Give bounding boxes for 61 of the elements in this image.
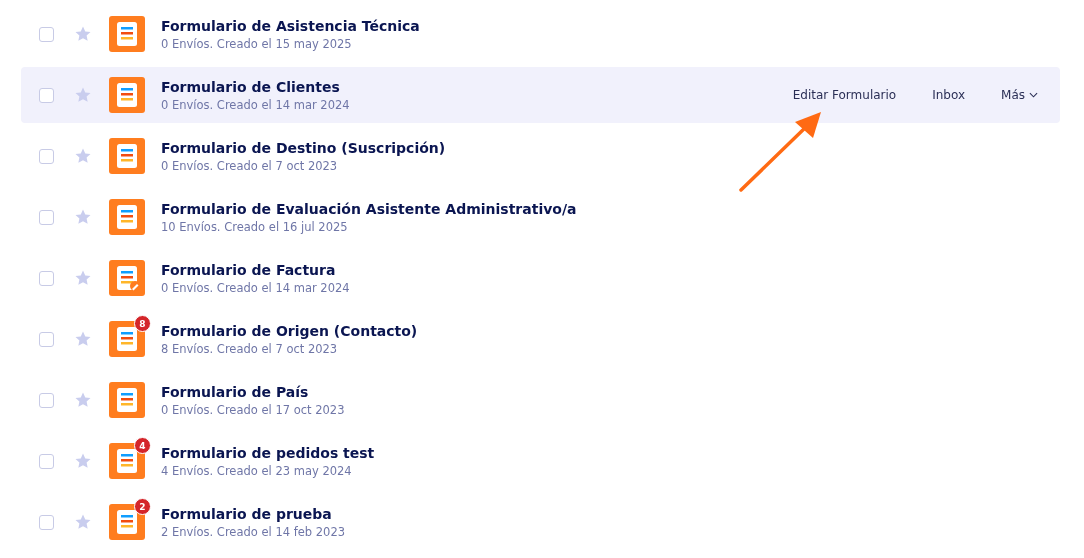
form-title[interactable]: Formulario de Clientes — [161, 77, 350, 97]
action-link[interactable]: Inbox — [926, 84, 972, 106]
star-icon[interactable] — [74, 208, 92, 226]
form-title[interactable]: Formulario de Destino (Suscripción) — [161, 138, 446, 158]
checkbox[interactable] — [39, 26, 54, 42]
form-title[interactable]: Formulario de Origen (Contacto) — [161, 321, 418, 341]
form-icon — [109, 138, 145, 174]
checkbox[interactable] — [39, 209, 54, 225]
action-link[interactable]: Editar Formulario — [786, 84, 903, 106]
star-icon[interactable] — [74, 25, 92, 43]
form-row[interactable]: Formulario de Destino (Suscripción) 0 Envíos. Creado el 7 oct 2023 — [21, 128, 1060, 184]
form-meta: 0 Envíos. Creado el 7 oct 2023 — [161, 158, 339, 174]
signed-form-icon — [109, 260, 145, 296]
star-icon[interactable] — [74, 330, 92, 348]
form-title[interactable]: Formulario de pedidos test — [161, 443, 375, 463]
star-icon[interactable] — [74, 147, 92, 165]
checkbox[interactable] — [39, 453, 54, 469]
more-menu-button[interactable]: Más — [995, 84, 1044, 106]
form-icon — [109, 77, 145, 113]
form-title[interactable]: Formulario de País — [161, 382, 345, 402]
form-meta: 2 Envíos. Creado el 14 feb 2023 — [161, 524, 346, 540]
checkbox[interactable] — [39, 87, 54, 103]
form-meta: 10 Envíos. Creado el 16 jul 2025 — [161, 219, 349, 235]
form-title[interactable]: Formulario de Factura — [161, 260, 350, 280]
form-title[interactable]: Formulario de prueba — [161, 504, 346, 524]
star-icon[interactable] — [74, 513, 92, 531]
form-icon — [109, 382, 145, 418]
star-icon[interactable] — [74, 269, 92, 287]
form-icon — [109, 321, 145, 357]
form-icon — [109, 504, 145, 540]
checkbox[interactable] — [39, 148, 54, 164]
checkbox[interactable] — [39, 331, 54, 347]
form-meta: 0 Envíos. Creado el 17 oct 2023 — [161, 402, 345, 418]
count-badge: 2 — [134, 498, 151, 515]
form-icon — [109, 199, 145, 235]
checkbox[interactable] — [39, 392, 54, 408]
form-row[interactable]: Formulario de Factura 0 Envíos. Creado el 14 mar 2024 — [21, 250, 1060, 306]
chevron-down-icon — [1029, 92, 1038, 98]
form-row[interactable]: Formulario de Clientes 0 Envíos. Creado el 14 mar 2024 Editar Formulario Inbox Más — [21, 67, 1060, 123]
count-badge: 4 — [134, 437, 151, 454]
form-title[interactable]: Formulario de Asistencia Técnica — [161, 16, 420, 36]
checkbox[interactable] — [39, 270, 54, 286]
form-meta: 8 Envíos. Creado el 7 oct 2023 — [161, 341, 339, 357]
form-row[interactable]: Formulario de País 0 Envíos. Creado el 17 oct 2023 — [21, 372, 1060, 428]
form-row[interactable]: 2 Formulario de prueba 2 Envíos. Creado el 14 feb 2023 — [21, 494, 1060, 550]
form-row[interactable]: Formulario de Asistencia Técnica 0 Envíos. Creado el 15 may 2025 — [21, 6, 1060, 62]
form-meta: 0 Envíos. Creado el 15 may 2025 — [161, 36, 353, 52]
form-meta: 4 Envíos. Creado el 23 may 2024 — [161, 463, 353, 479]
star-icon[interactable] — [74, 452, 92, 470]
checkbox[interactable] — [39, 514, 54, 530]
form-title[interactable]: Formulario de Evaluación Asistente Administrativo/a — [161, 199, 577, 219]
form-row[interactable]: 8 Formulario de Origen (Contacto) 8 Envíos. Creado el 7 oct 2023 — [21, 311, 1060, 367]
form-icon — [109, 443, 145, 479]
count-badge: 8 — [134, 315, 151, 332]
star-icon[interactable] — [74, 391, 92, 409]
form-meta: 0 Envíos. Creado el 14 mar 2024 — [161, 280, 350, 296]
star-icon[interactable] — [74, 86, 92, 104]
form-icon — [109, 16, 145, 52]
form-meta: 0 Envíos. Creado el 14 mar 2024 — [161, 97, 350, 113]
form-row[interactable]: 4 Formulario de pedidos test 4 Envíos. Creado el 23 may 2024 — [21, 433, 1060, 489]
form-row[interactable]: Formulario de Evaluación Asistente Administrativo/a 10 Envíos. Creado el 16 jul 2025 — [21, 189, 1060, 245]
